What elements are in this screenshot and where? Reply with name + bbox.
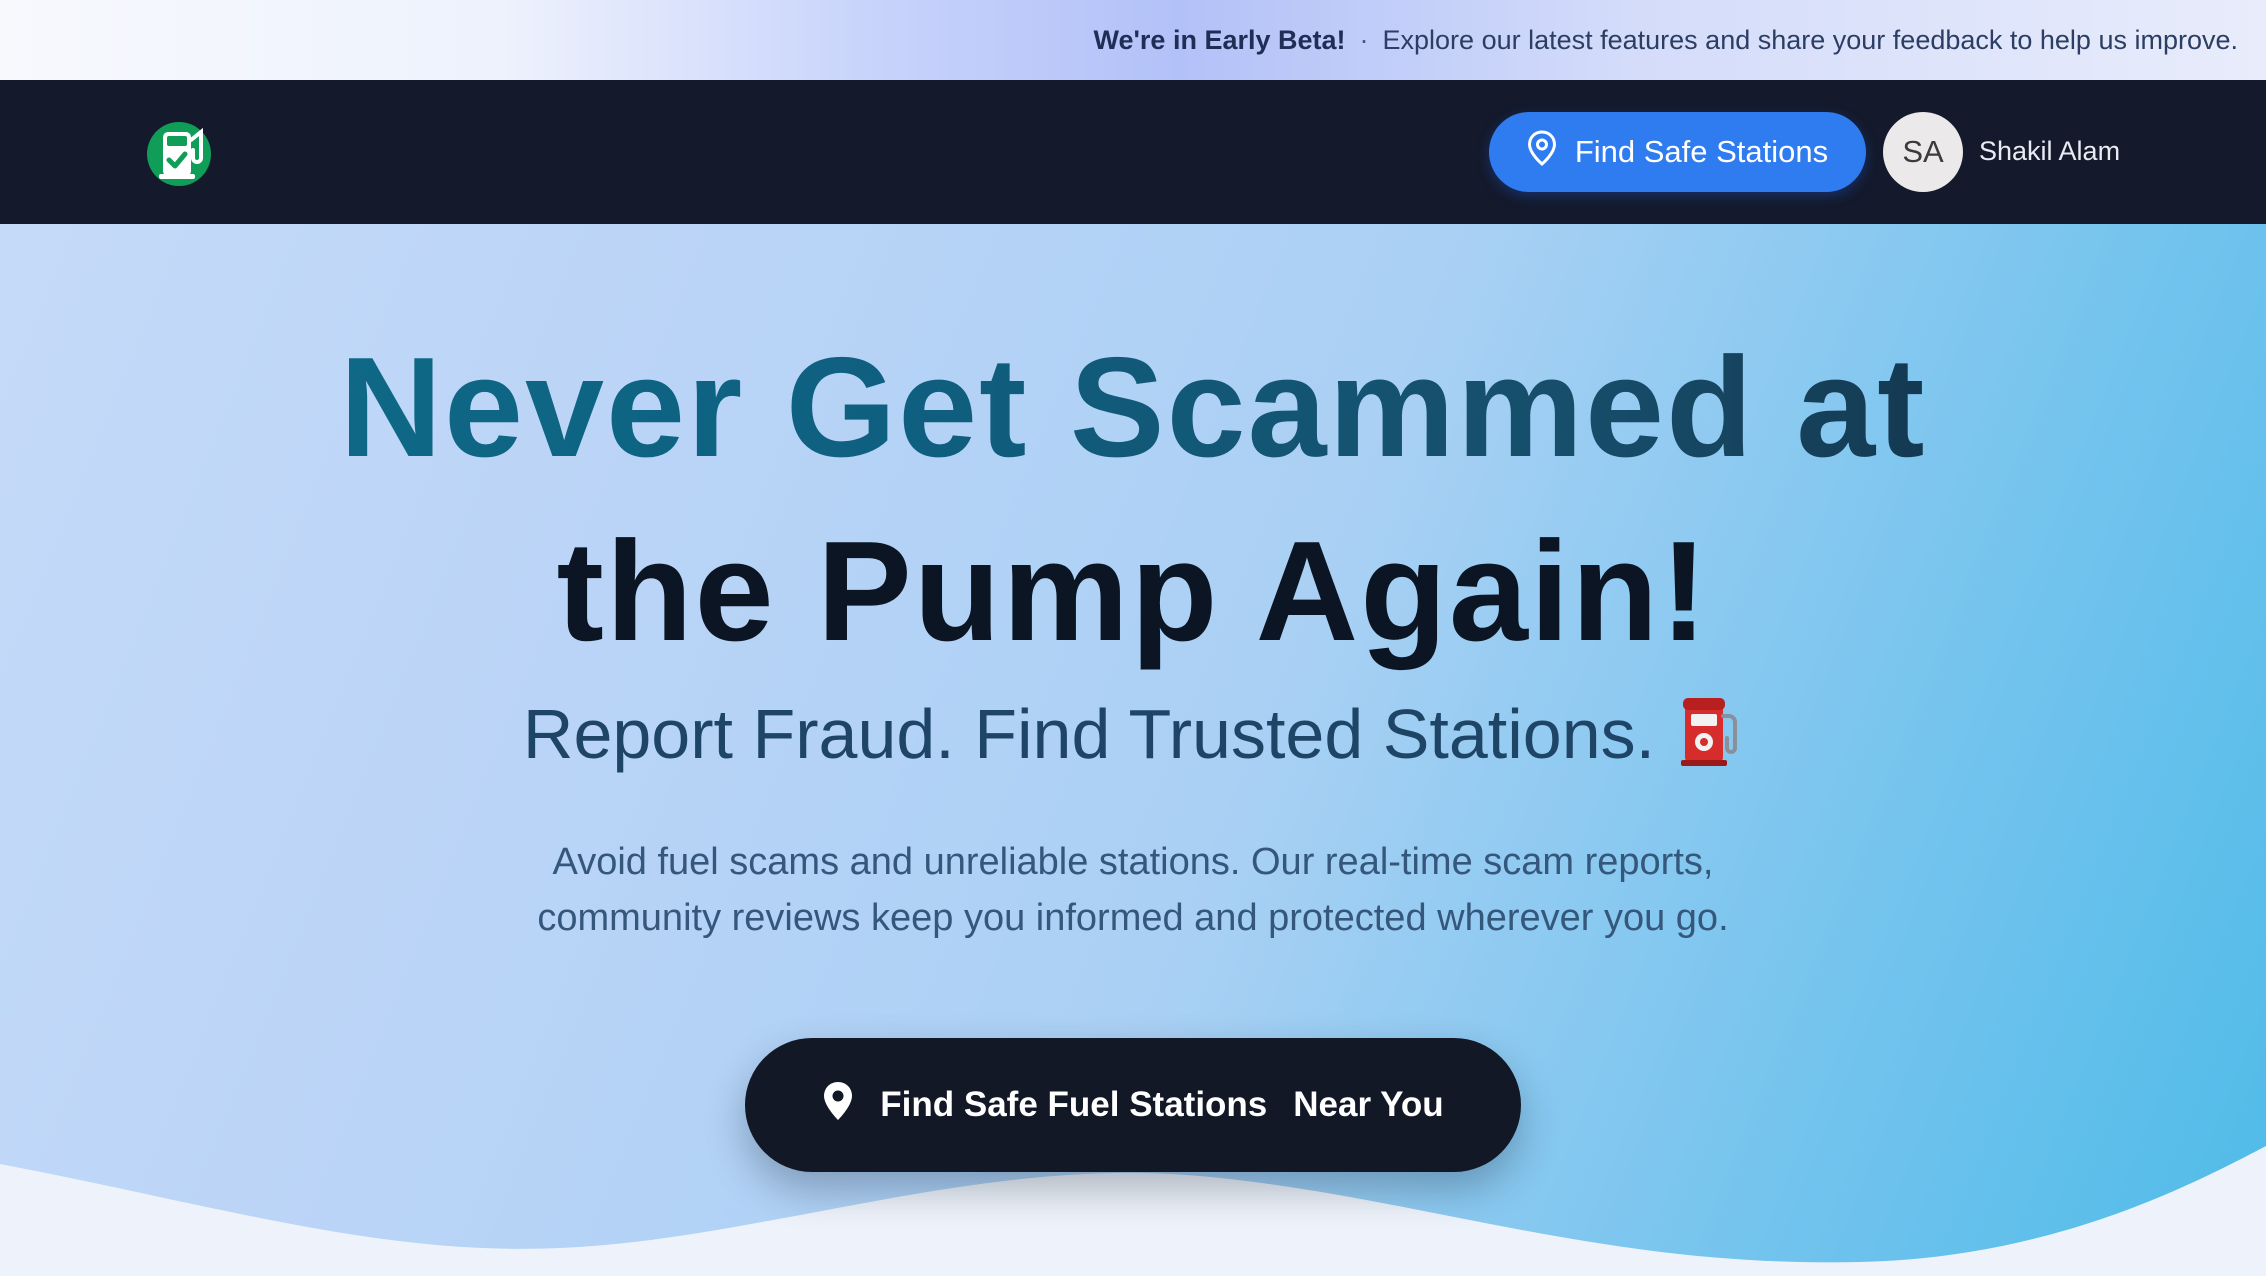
find-safe-stations-label: Find Safe Stations — [1574, 134, 1829, 169]
cta-suffix: Near You — [1293, 1085, 1444, 1124]
avatar[interactable]: SA — [1883, 112, 1963, 192]
map-pin-outline-icon — [1527, 130, 1557, 174]
fuel-pump-emoji-icon — [1679, 696, 1743, 768]
headline-line-1: Never Get Scammed at — [0, 328, 2266, 488]
hero-section: Never Get Scammed at the Pump Again! Rep… — [0, 224, 2266, 1276]
cta-label: Find Safe Fuel Stations — [880, 1085, 1268, 1124]
subheadline-text: Report Fraud. Find Trusted Stations. — [522, 695, 1656, 773]
subheadline: Report Fraud. Find Trusted Stations. — [0, 694, 2266, 774]
map-pin-filled-icon — [822, 1081, 854, 1130]
find-safe-stations-button[interactable]: Find Safe Stations — [1489, 112, 1866, 192]
hero-description: Avoid fuel scams and unreliable stations… — [0, 834, 2266, 946]
beta-banner: We're in Early Beta! · Explore our lates… — [0, 0, 2266, 80]
user-name[interactable]: Shakil Alam — [1979, 136, 2120, 167]
fuel-pump-check-icon[interactable] — [145, 110, 217, 190]
banner-separator: · — [1359, 24, 1369, 55]
description-line-2: community reviews keep you informed and … — [537, 897, 1729, 939]
beta-title: We're in Early Beta! — [1093, 24, 1346, 55]
description-line-1: Avoid fuel scams and unreliable stations… — [552, 841, 1714, 883]
beta-message: Explore our latest features and share yo… — [1382, 24, 2238, 55]
headline-line-2: the Pump Again! — [556, 512, 1710, 671]
find-safe-fuel-stations-button[interactable]: Find Safe Fuel Stations Near You — [745, 1038, 1521, 1172]
top-navbar: Find Safe Stations SA Shakil Alam — [0, 80, 2266, 224]
